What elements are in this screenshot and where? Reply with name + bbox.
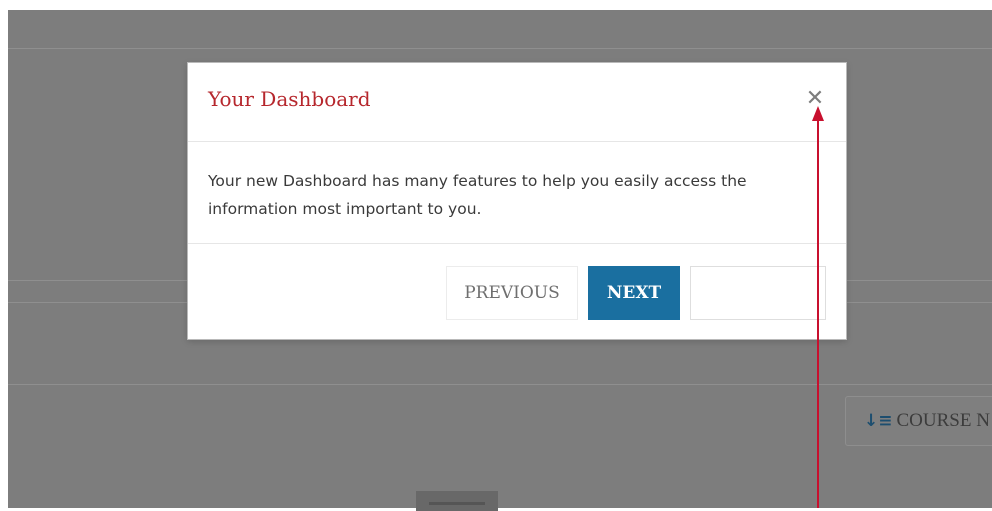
sort-button-label: COURSE N <box>896 410 990 431</box>
close-icon[interactable]: ✕ <box>804 86 826 111</box>
modal-body: Your new Dashboard has many features to … <box>188 142 846 244</box>
divider <box>8 384 992 385</box>
modal-title: Your Dashboard <box>208 87 371 111</box>
dashboard-tour-modal: Your Dashboard ✕ Your new Dashboard has … <box>187 62 847 340</box>
end-tour-button[interactable] <box>690 266 826 320</box>
modal-footer: PREVIOUS NEXT <box>188 244 846 340</box>
modal-body-text: Your new Dashboard has many features to … <box>208 172 747 218</box>
next-button[interactable]: NEXT <box>588 266 680 320</box>
modal-header: Your Dashboard ✕ <box>188 63 846 142</box>
previous-button[interactable]: PREVIOUS <box>446 266 578 320</box>
sort-descending-icon: ↓≡ <box>864 411 893 431</box>
divider <box>8 48 992 49</box>
course-sort-button[interactable]: ↓≡ COURSE N <box>845 396 992 446</box>
page-left-edge <box>0 0 8 508</box>
background-card-thumbnail <box>416 491 498 511</box>
